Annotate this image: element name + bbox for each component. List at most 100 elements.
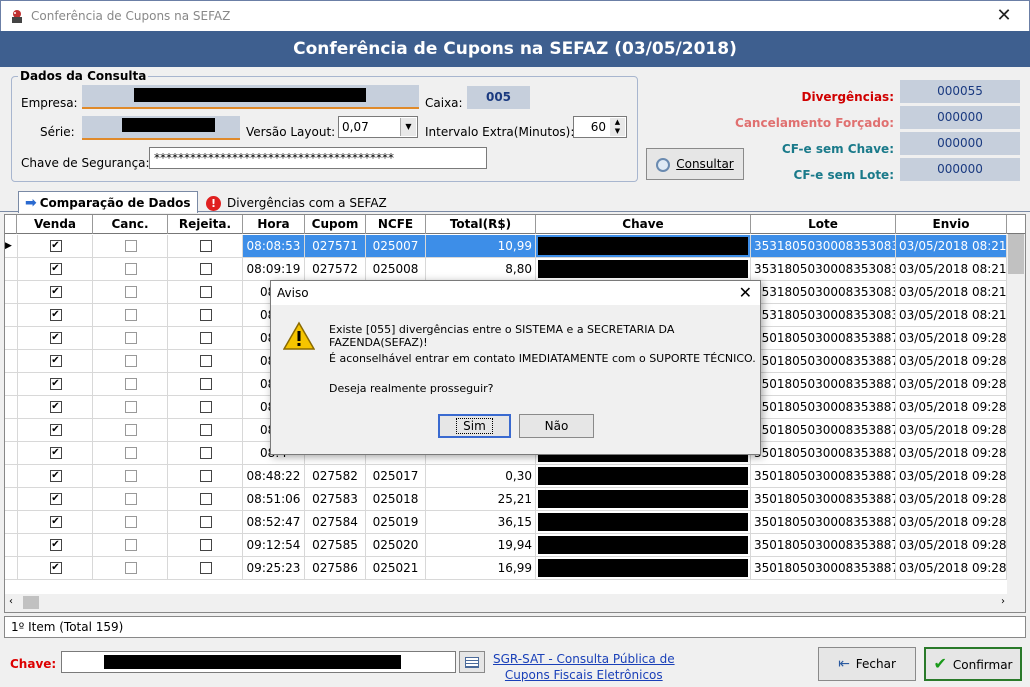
empresa-field[interactable] xyxy=(82,85,419,109)
nao-button[interactable]: Não xyxy=(519,414,594,438)
rej-checkbox[interactable] xyxy=(199,516,212,528)
table-row[interactable]: ✔ 08:48:22 027582 025017 0,30 350180503000835… xyxy=(5,465,1007,488)
tab-comparacao[interactable]: ➡ Comparação de Dados xyxy=(18,191,198,213)
canc-checkbox[interactable] xyxy=(124,470,137,482)
scroll-left-icon[interactable]: ‹ xyxy=(9,596,13,607)
stepper-down-icon[interactable]: ▼ xyxy=(610,127,625,136)
venda-checkbox[interactable]: ✔ xyxy=(49,493,62,505)
chevron-down-icon[interactable]: ▼ xyxy=(400,118,416,136)
venda-checkbox[interactable]: ✔ xyxy=(49,286,62,298)
divergencias-label: Divergências: xyxy=(801,90,895,104)
rej-checkbox[interactable] xyxy=(199,470,212,482)
canc-checkbox[interactable] xyxy=(124,539,137,551)
venda-checkbox[interactable]: ✔ xyxy=(49,470,62,482)
rej-checkbox[interactable] xyxy=(199,401,212,413)
canc-checkbox[interactable] xyxy=(124,240,137,252)
col-envio[interactable]: Envio xyxy=(896,215,1007,234)
canc-checkbox[interactable] xyxy=(124,286,137,298)
canc-checkbox[interactable] xyxy=(124,332,137,344)
rej-checkbox[interactable] xyxy=(199,493,212,505)
canc-checkbox[interactable] xyxy=(124,562,137,574)
canc-checkbox[interactable] xyxy=(124,424,137,436)
col-venda[interactable]: Venda xyxy=(18,215,93,234)
rej-checkbox[interactable] xyxy=(199,424,212,436)
table-row[interactable]: ✔ 09:25:23 027586 025021 16,99 35018050300083… xyxy=(5,557,1007,580)
chave-input[interactable] xyxy=(61,651,456,673)
canc-checkbox[interactable] xyxy=(124,516,137,528)
col-chave[interactable]: Chave xyxy=(536,215,751,234)
col-hora[interactable]: Hora xyxy=(243,215,305,234)
envio-cell: 03/05/2018 09:28: xyxy=(896,373,1007,396)
venda-checkbox[interactable]: ✔ xyxy=(49,240,62,252)
table-row[interactable]: ✔ 09:12:54 027585 025020 19,94 35018050300083… xyxy=(5,534,1007,557)
aviso-dialog: Aviso ✕ Existe [055] divergências entre … xyxy=(270,280,761,455)
confirmar-button[interactable]: ✔ Confirmar xyxy=(924,647,1022,681)
col-lote[interactable]: Lote xyxy=(751,215,896,234)
col-ncfe[interactable]: NCFE xyxy=(366,215,426,234)
canc-checkbox[interactable] xyxy=(124,493,137,505)
col-rejeita[interactable]: Rejeita. xyxy=(168,215,243,234)
intervalo-stepper[interactable]: 60 ▲ ▼ xyxy=(573,116,627,138)
sim-button[interactable]: Sim xyxy=(438,414,511,438)
envio-cell: 03/05/2018 09:28: xyxy=(896,488,1007,511)
col-total[interactable]: Total(R$) xyxy=(426,215,536,234)
venda-checkbox[interactable]: ✔ xyxy=(49,332,62,344)
canc-checkbox[interactable] xyxy=(124,309,137,321)
rej-checkbox[interactable] xyxy=(199,355,212,367)
lote-cell: 35018050300083538877 xyxy=(751,350,896,373)
chave-lookup-button[interactable] xyxy=(459,651,485,673)
dialog-close-icon[interactable]: ✕ xyxy=(739,283,752,302)
stepper-up-icon[interactable]: ▲ xyxy=(610,118,625,127)
canc-checkbox[interactable] xyxy=(124,378,137,390)
fechar-button[interactable]: ⇤ Fechar xyxy=(818,647,916,681)
vertical-scrollbar[interactable] xyxy=(1007,234,1025,596)
scroll-right-icon[interactable]: › xyxy=(1001,596,1005,607)
venda-checkbox[interactable]: ✔ xyxy=(49,355,62,367)
rej-checkbox[interactable] xyxy=(199,378,212,390)
chave-seguranca-input[interactable]: **************************************** xyxy=(149,147,487,169)
consulta-legend: Dados da Consulta xyxy=(18,69,149,83)
venda-checkbox[interactable]: ✔ xyxy=(49,263,62,275)
rej-checkbox[interactable] xyxy=(199,447,212,459)
alert-icon: ! xyxy=(206,196,221,211)
serie-field[interactable] xyxy=(82,116,240,140)
table-row[interactable]: ✔ 08:09:19 027572 025008 8,80 353180503000835… xyxy=(5,258,1007,281)
venda-checkbox[interactable]: ✔ xyxy=(49,309,62,321)
col-canc[interactable]: Canc. xyxy=(93,215,168,234)
consulta-publica-link[interactable]: SGR-SAT - Consulta Pública de Cupons Fis… xyxy=(493,651,675,683)
table-row[interactable]: ✔ 08:51:06 027583 025018 25,21 35018050300083… xyxy=(5,488,1007,511)
versao-select[interactable]: 0,07 ▼ xyxy=(338,116,418,138)
col-cupom[interactable]: Cupom xyxy=(305,215,366,234)
checkbox-cell-rej xyxy=(168,235,243,258)
hscroll-thumb[interactable] xyxy=(23,596,39,609)
venda-checkbox[interactable]: ✔ xyxy=(49,378,62,390)
scroll-thumb[interactable] xyxy=(1008,234,1024,274)
intervalo-value: 60 xyxy=(590,120,606,134)
rej-checkbox[interactable] xyxy=(199,240,212,252)
rej-checkbox[interactable] xyxy=(199,539,212,551)
canc-checkbox[interactable] xyxy=(124,263,137,275)
venda-checkbox[interactable]: ✔ xyxy=(49,401,62,413)
tab-divergencias[interactable]: ! Divergências com a SEFAZ xyxy=(200,193,390,213)
canc-checkbox[interactable] xyxy=(124,447,137,459)
venda-checkbox[interactable]: ✔ xyxy=(49,539,62,551)
rej-checkbox[interactable] xyxy=(199,309,212,321)
venda-checkbox[interactable]: ✔ xyxy=(49,447,62,459)
hora-cell: 08:52:47 xyxy=(243,511,305,534)
rej-checkbox[interactable] xyxy=(199,562,212,574)
venda-checkbox[interactable]: ✔ xyxy=(49,516,62,528)
rej-checkbox[interactable] xyxy=(199,263,212,275)
venda-checkbox[interactable]: ✔ xyxy=(49,424,62,436)
venda-checkbox[interactable]: ✔ xyxy=(49,562,62,574)
rej-checkbox[interactable] xyxy=(199,286,212,298)
consultar-button[interactable]: Consultar xyxy=(646,148,744,180)
canc-checkbox[interactable] xyxy=(124,355,137,367)
table-row[interactable]: ✔ 08:52:47 027584 025019 36,15 35018050300083… xyxy=(5,511,1007,534)
cupom-cell: 027584 xyxy=(305,511,366,534)
canc-checkbox[interactable] xyxy=(124,401,137,413)
window-close-button[interactable]: ✕ xyxy=(989,4,1019,28)
horizontal-scrollbar[interactable]: ‹ › xyxy=(5,594,1025,612)
empresa-redacted xyxy=(134,88,366,102)
table-row[interactable]: ▶ ✔ 08:08:53 027571 025007 10,99 3531805030008… xyxy=(5,235,1007,258)
rej-checkbox[interactable] xyxy=(199,332,212,344)
